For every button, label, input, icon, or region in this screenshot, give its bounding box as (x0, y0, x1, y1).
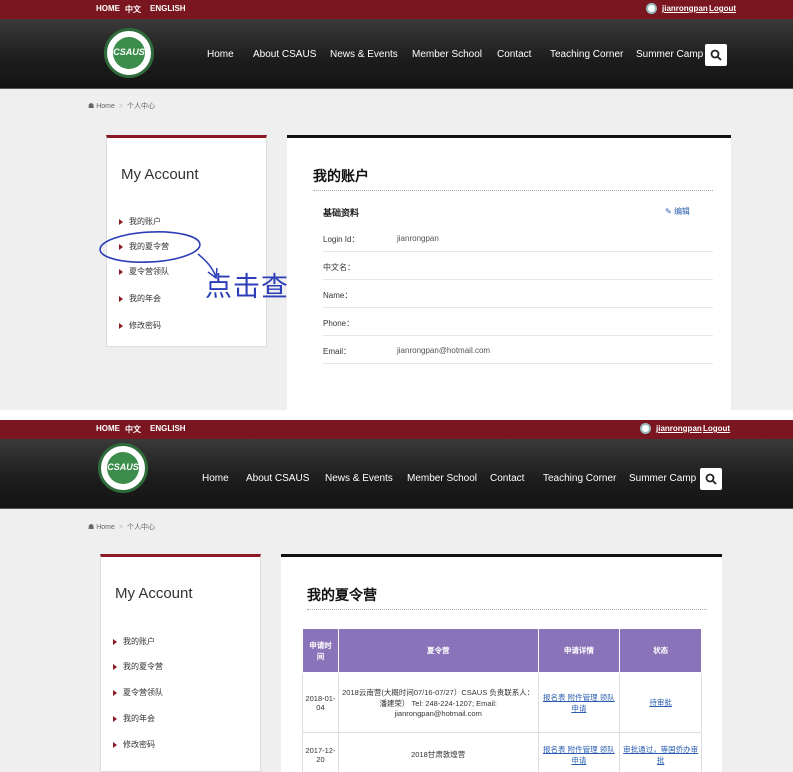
field-row-chinese-name: 中文名： (323, 252, 713, 280)
col-header-date: 申请时间 (302, 628, 339, 673)
lang-home-link[interactable]: HOME (96, 424, 120, 433)
account-main: 我的账户 基础资料 ✎ 编辑 Login Id： jianrongpan 中文名：… (287, 135, 731, 410)
lang-zh-link[interactable]: 中文 (125, 4, 141, 15)
field-row-phone: Phone： (323, 308, 713, 336)
field-row-name: Name： (323, 280, 713, 308)
breadcrumb-current: 个人中心 (127, 524, 156, 531)
nav-member-school[interactable]: Member School (407, 473, 477, 484)
breadcrumb-current: 个人中心 (127, 103, 156, 110)
col-header-status: 状态 (619, 628, 702, 673)
sidebar-title: My Account (121, 166, 199, 183)
nav-home[interactable]: Home (202, 473, 229, 484)
user-icon (646, 3, 657, 14)
caret-right-icon (113, 741, 117, 748)
sidebar-item-annual-meeting[interactable]: 我的年会 (113, 713, 155, 724)
nav-news[interactable]: News & Events (325, 473, 393, 484)
caret-right-icon (113, 638, 117, 645)
logout-link[interactable]: Logout (703, 424, 730, 433)
row-camp: 2018云南营(大概时间07/16-07/27）CSAUS 负责联系人：潘建荣）… (337, 672, 539, 733)
logo-text: CSAUS (107, 462, 139, 472)
sidebar-item-summer-camp[interactable]: 我的夏令营 (113, 661, 163, 672)
caret-right-icon (119, 322, 123, 329)
logout-link[interactable]: Logout (709, 4, 736, 13)
nav-news[interactable]: News & Events (330, 49, 398, 60)
row-detail-links[interactable]: 报名表 附件管理 领队申请 (537, 672, 621, 733)
nav-summer-camp[interactable]: Summer Camp (629, 473, 696, 484)
nav-contact[interactable]: Contact (497, 49, 531, 60)
username-link[interactable]: jianrongpan (662, 4, 708, 13)
col-header-camp: 夏令营 (337, 628, 539, 673)
lang-zh-link[interactable]: 中文 (125, 424, 141, 435)
page-title: 我的账户 (313, 168, 369, 184)
username-link[interactable]: jianrongpan (656, 424, 702, 433)
nav-teaching-corner[interactable]: Teaching Corner (543, 473, 616, 484)
sidebar-item-change-password[interactable]: 修改密码 (119, 320, 161, 331)
search-button[interactable] (705, 44, 727, 66)
row-date: 2017-12-20 (302, 732, 339, 772)
csaus-logo[interactable]: CSAUS (104, 28, 154, 78)
page-title: 我的夏令营 (307, 587, 377, 603)
sidebar-title: My Account (115, 585, 193, 602)
caret-right-icon (113, 715, 117, 722)
edit-link[interactable]: ✎ 编辑 (665, 206, 690, 217)
csaus-logo[interactable]: CSAUS (98, 443, 148, 493)
camp-main: 我的夏令营 申请时间 夏令营 申请详情 状态 2018-01-04 2018云南… (281, 554, 722, 772)
nav-contact[interactable]: Contact (490, 473, 524, 484)
home-icon: ☗ (88, 524, 95, 531)
search-icon (705, 473, 717, 485)
breadcrumb: ☗ Home > 个人中心 (88, 524, 156, 531)
col-header-detail: 申请详情 (537, 628, 621, 673)
sidebar-item-change-password[interactable]: 修改密码 (113, 739, 155, 750)
home-icon: ☗ (88, 103, 95, 110)
top-bar: HOME 中文 ENGLISH jianrongpan Logout (0, 420, 793, 439)
user-icon (640, 423, 651, 434)
lang-en-link[interactable]: ENGLISH (150, 4, 186, 13)
top-bar: HOME 中文 ENGLISH jianrongpan Logout (0, 0, 793, 19)
row-camp: 2018甘肃敦煌营 (337, 732, 539, 772)
nav-home[interactable]: Home (207, 49, 234, 60)
table-row: 2017-12-20 2018甘肃敦煌营 报名表 附件管理 领队申请 审批通过，… (302, 732, 702, 772)
table-row: 2018-01-04 2018云南营(大概时间07/16-07/27）CSAUS… (302, 672, 702, 733)
field-row-email: Email： jianrongpan@hotmail.com (323, 336, 713, 364)
nav-member-school[interactable]: Member School (412, 49, 482, 60)
section-title: 基础资料 (323, 208, 360, 218)
logo-text: CSAUS (113, 47, 145, 57)
account-sidebar: My Account 我的账户 我的夏令营 夏令营领队 我的年会 修改密码 (100, 554, 261, 772)
breadcrumb-home[interactable]: Home (96, 524, 115, 531)
nav-teaching-corner[interactable]: Teaching Corner (550, 49, 623, 60)
lang-home-link[interactable]: HOME (96, 4, 120, 13)
breadcrumb-home[interactable]: Home (96, 103, 115, 110)
nav-summer-camp[interactable]: Summer Camp (636, 49, 703, 60)
sidebar-item-account[interactable]: 我的账户 (113, 636, 155, 647)
camp-table: 申请时间 夏令营 申请详情 状态 2018-01-04 2018云南营(大概时间… (302, 628, 702, 772)
sidebar-item-camp-leader[interactable]: 夏令营领队 (113, 687, 163, 698)
search-button[interactable] (700, 468, 722, 490)
row-date: 2018-01-04 (302, 672, 339, 733)
breadcrumb: ☗ Home > 个人中心 (88, 103, 156, 110)
nav-about[interactable]: About CSAUS (253, 49, 316, 60)
caret-right-icon (119, 218, 123, 225)
screenshot-summer-camp: HOME 中文 ENGLISH jianrongpan Logout CSAUS… (0, 420, 793, 772)
lang-en-link[interactable]: ENGLISH (150, 424, 186, 433)
row-status[interactable]: 审批通过，等国侨办审批 (619, 732, 702, 772)
pencil-icon: ✎ (665, 207, 672, 216)
screenshot-account: HOME 中文 ENGLISH jianrongpan Logout CSAUS… (0, 0, 793, 410)
site-header: CSAUS Home About CSAUS News & Events Mem… (0, 439, 793, 509)
row-detail-links[interactable]: 报名表 附件管理 领队申请 (537, 732, 621, 772)
search-icon (710, 49, 722, 61)
caret-right-icon (113, 663, 117, 670)
site-header: CSAUS Home About CSAUS News & Events Mem… (0, 19, 793, 89)
field-row-login-id: Login Id： jianrongpan (323, 224, 713, 252)
nav-about[interactable]: About CSAUS (246, 473, 309, 484)
caret-right-icon (113, 689, 117, 696)
row-status[interactable]: 待审批 (619, 672, 702, 733)
